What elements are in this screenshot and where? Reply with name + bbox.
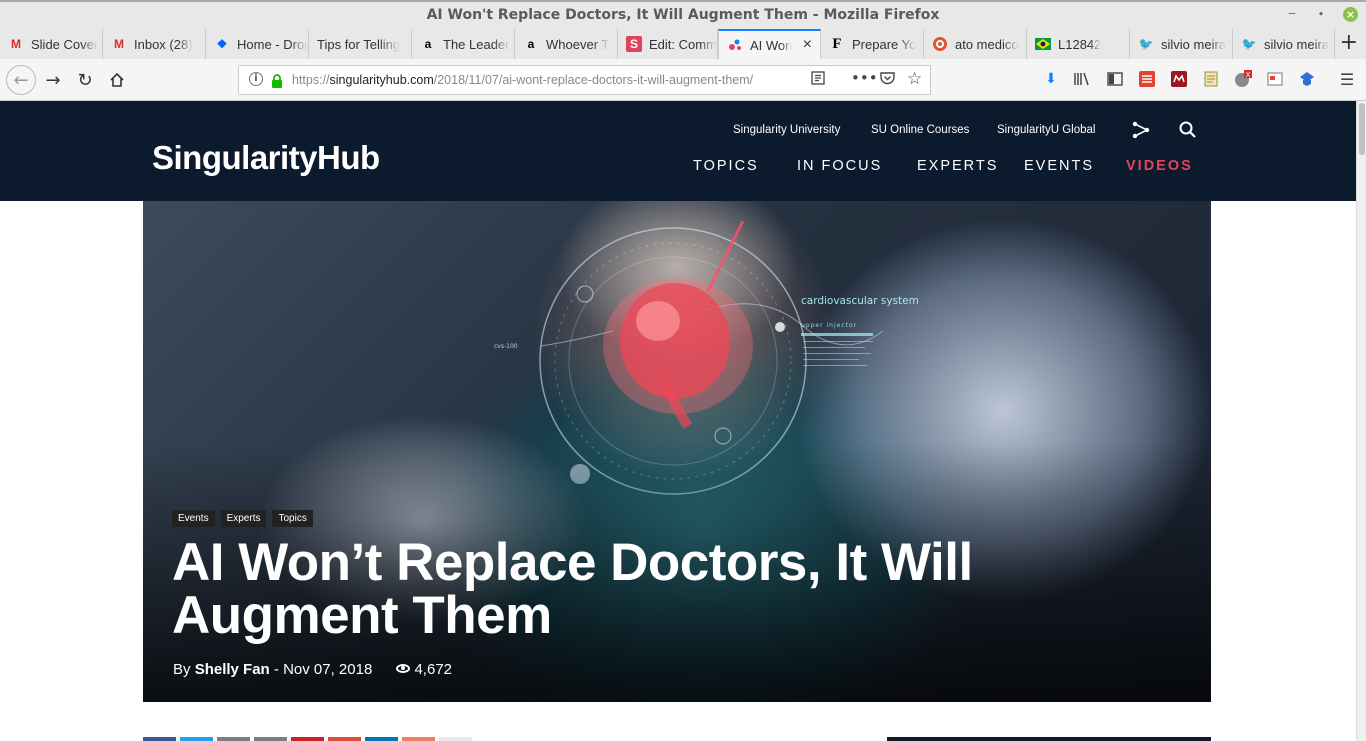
site-header: SingularityHub Singularity University SU…	[0, 101, 1356, 201]
dropbox-icon: ❖	[216, 37, 228, 51]
new-tab-icon[interactable]: +	[1340, 32, 1358, 54]
sidebar-widget-edge	[887, 737, 1211, 741]
article-title: AI Won’t Replace Doctors, It Will Augmen…	[172, 533, 973, 645]
link-singularityu-global[interactable]: SingularityU Global	[997, 124, 1095, 136]
hero-overlay-readout: cvs-100	[494, 343, 518, 350]
publish-date: Nov 07, 2018	[283, 661, 373, 678]
tab-strip: M Slide Cover M Inbox (28) ❖ Home - Drop…	[0, 29, 1366, 59]
sidebar-icon[interactable]	[1106, 70, 1124, 88]
url-text[interactable]: https://singularityhub.com/2018/11/07/ai…	[292, 73, 753, 87]
tab-l12842[interactable]: L12842	[1027, 29, 1130, 59]
tab-silvio-meira-2[interactable]: 🐦 silvio meira	[1233, 29, 1335, 59]
share-buttons-strip	[143, 737, 472, 741]
tab-inbox[interactable]: M Inbox (28)	[103, 29, 206, 59]
amazon-icon: a	[424, 37, 432, 51]
svg-text:X: X	[1246, 71, 1251, 79]
twitter-share-button[interactable]	[180, 737, 213, 741]
tag-events[interactable]: Events	[172, 510, 215, 527]
tab-whoever[interactable]: a Whoever T	[515, 29, 618, 59]
hero-overlay-label: cardiovascular system	[801, 295, 919, 307]
tab-dropbox[interactable]: ❖ Home - Dropbox	[206, 29, 309, 59]
category-tags: Events Experts Topics	[172, 510, 313, 527]
info-icon[interactable]: i	[249, 72, 263, 86]
gmail-icon: M	[114, 37, 124, 51]
linkedin-share-button[interactable]	[365, 737, 398, 741]
forward-icon[interactable]: →	[40, 67, 66, 93]
search-icon[interactable]	[1178, 120, 1198, 140]
tag-topics[interactable]: Topics	[272, 510, 313, 527]
screenshot-icon[interactable]	[1266, 70, 1284, 88]
nav-videos[interactable]: VIDEOS	[1126, 158, 1193, 174]
tab-prepare[interactable]: F Prepare Yo	[821, 29, 924, 59]
hero-overlay-sublabel: upper injector	[801, 322, 857, 329]
link-su-online-courses[interactable]: SU Online Courses	[871, 124, 969, 136]
page-viewport: SingularityHub Singularity University SU…	[0, 101, 1356, 741]
byline-separator: -	[273, 661, 279, 678]
tag-experts[interactable]: Experts	[220, 510, 267, 527]
notes-icon[interactable]	[1202, 70, 1220, 88]
scrollbar-thumb[interactable]	[1359, 103, 1365, 155]
more-share-button[interactable]	[439, 737, 472, 741]
tab-edit-comm[interactable]: S Edit: Comm	[618, 29, 718, 59]
pinterest-share-button[interactable]	[291, 737, 324, 741]
shield-extension-icon[interactable]	[1298, 70, 1316, 88]
page-actions-icon[interactable]: •••	[851, 69, 878, 87]
reddit-share-button[interactable]	[402, 737, 435, 741]
minimize-icon[interactable]: ‒	[1283, 6, 1301, 20]
tab-slide-cover[interactable]: M Slide Cover	[0, 29, 103, 59]
view-count: 4,672	[414, 661, 453, 678]
s-icon: S	[626, 36, 642, 52]
facebook-share-button[interactable]	[143, 737, 176, 741]
mendeley-icon[interactable]	[1170, 70, 1188, 88]
share-icon[interactable]	[1131, 120, 1151, 140]
twitter-icon: 🐦	[1241, 37, 1257, 51]
site-logo[interactable]: SingularityHub	[152, 139, 380, 177]
reader-view-icon[interactable]	[811, 71, 825, 89]
url-bar[interactable]: i https://singularityhub.com/2018/11/07/…	[238, 65, 931, 95]
hero-image: cardiovascular system upper injector cvs…	[143, 201, 1211, 702]
tab-silvio-meira-1[interactable]: 🐦 silvio meira	[1130, 29, 1233, 59]
window-title: AI Won't Replace Doctors, It Will Augmen…	[426, 7, 940, 23]
nav-events[interactable]: EVENTS	[1024, 158, 1094, 174]
by-label: By	[173, 661, 191, 678]
nav-in-focus[interactable]: IN FOCUS	[797, 158, 882, 174]
views-icon	[396, 664, 411, 673]
reload-icon[interactable]: ↻	[72, 67, 98, 93]
gmail-icon: M	[11, 37, 21, 51]
google-share-button[interactable]	[328, 737, 361, 741]
bookmark-star-icon[interactable]: ☆	[907, 69, 922, 89]
downloads-icon[interactable]: ⬇	[1042, 70, 1060, 88]
extension-badge-icon[interactable]: X	[1234, 70, 1252, 88]
article-byline: By Shelly Fan - Nov 07, 2018 4,672	[173, 661, 452, 678]
email-share-button[interactable]	[217, 737, 250, 741]
singularityhub-icon	[727, 37, 743, 53]
restore-icon[interactable]: ⬩	[1312, 6, 1330, 21]
page-scrollbar[interactable]	[1356, 101, 1366, 741]
tab-tips[interactable]: Tips for Telling	[309, 29, 412, 59]
nav-experts[interactable]: EXPERTS	[917, 158, 998, 174]
window-titlebar: AI Won't Replace Doctors, It Will Augmen…	[0, 0, 1366, 29]
close-tab-icon[interactable]: ×	[803, 36, 812, 54]
link-singularity-university[interactable]: Singularity University	[733, 124, 840, 136]
tab-ato-medico[interactable]: ato medico	[924, 29, 1027, 59]
amazon-icon: a	[527, 37, 535, 51]
lock-icon[interactable]	[271, 73, 283, 88]
flag-icon	[1035, 36, 1051, 52]
duckduckgo-icon	[932, 36, 948, 52]
f-icon: F	[832, 35, 842, 52]
back-icon[interactable]: ←	[6, 65, 36, 95]
pocket-icon[interactable]	[880, 71, 895, 89]
todoist-icon[interactable]	[1138, 70, 1156, 88]
close-window-icon[interactable]: ×	[1343, 7, 1358, 22]
tab-ai-wont-active[interactable]: AI Won ×	[718, 29, 821, 59]
author-link[interactable]: Shelly Fan	[195, 661, 270, 678]
print-share-button[interactable]	[254, 737, 287, 741]
twitter-icon: 🐦	[1138, 37, 1154, 51]
nav-topics[interactable]: TOPICS	[693, 158, 759, 174]
library-icon[interactable]	[1074, 70, 1092, 88]
tab-the-leader[interactable]: a The Leader	[412, 29, 515, 59]
navigation-toolbar: ← → ↻ i https://singularityhub.com/2018/…	[0, 59, 1366, 101]
hamburger-menu-icon[interactable]: ☰	[1338, 70, 1356, 89]
home-icon[interactable]	[104, 67, 130, 93]
